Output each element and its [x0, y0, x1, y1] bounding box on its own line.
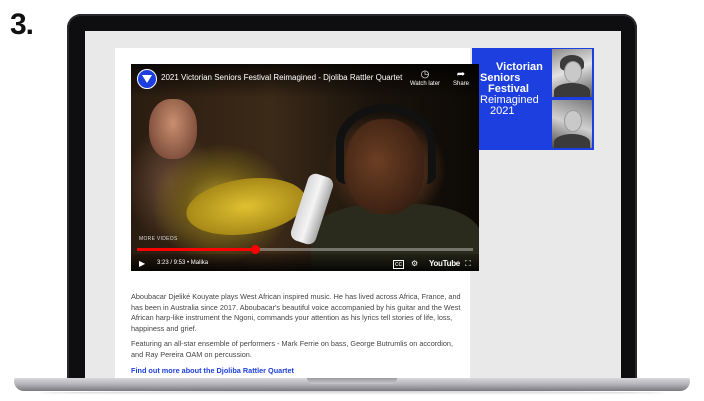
progress-fill — [137, 248, 255, 251]
share-button[interactable]: ➦ Share — [443, 69, 479, 87]
laptop-screen: Victorian Seniors Festival Reimagined 20… — [85, 31, 621, 378]
banner-line-5: 2021 — [490, 105, 515, 117]
settings-icon[interactable]: ⚙ — [411, 259, 418, 269]
watch-later-button[interactable]: ◷ Watch later — [407, 69, 443, 87]
article-paragraph-2: Featuring an all-star ensemble of perfor… — [131, 339, 454, 359]
captions-icon[interactable]: cc — [393, 260, 404, 269]
watch-later-label: Watch later — [409, 81, 441, 87]
clock-icon: ◷ — [420, 69, 430, 80]
youtube-logo[interactable]: YouTube — [429, 259, 460, 268]
player-controls: ▶ 3:23 / 9:53 • Malika cc ⚙ YouTube ⛶ — [131, 254, 479, 271]
share-icon: ➦ — [456, 69, 466, 80]
play-icon[interactable]: ▶ — [139, 259, 145, 269]
share-label: Share — [452, 81, 469, 87]
headphones — [336, 104, 436, 184]
step-number: 3. — [10, 8, 34, 41]
video-title[interactable]: 2021 Victorian Seniors Festival Reimagin… — [161, 73, 402, 82]
article-body: Aboubacar Djeliké Kouyate plays West Afr… — [131, 292, 461, 376]
more-videos-label[interactable]: MORE VIDEOS — [139, 236, 178, 242]
fullscreen-icon[interactable]: ⛶ — [465, 259, 471, 269]
article-paragraph-1: Aboubacar Djeliké Kouyate plays West Afr… — [131, 292, 461, 333]
find-out-more-link[interactable]: Find out more about the Djoliba Rattler … — [131, 366, 294, 375]
banner-photo-woman — [552, 49, 592, 97]
festival-banner[interactable]: Victorian Seniors Festival Reimagined 20… — [472, 48, 594, 150]
banner-photo-man — [552, 100, 592, 148]
laptop-shadow — [40, 391, 664, 395]
video-top-bar: 2021 Victorian Seniors Festival Reimagin… — [131, 64, 479, 98]
time-display: 3:23 / 9:53 • Malika — [157, 260, 209, 266]
channel-logo-icon[interactable] — [137, 69, 157, 89]
laptop-opening-notch — [307, 378, 397, 384]
progress-scrubber[interactable] — [250, 245, 260, 254]
video-player[interactable]: 2021 Victorian Seniors Festival Reimagin… — [131, 64, 479, 271]
banner-title: Victorian Seniors Festival Reimagined 20… — [480, 62, 543, 117]
progress-bar[interactable] — [137, 245, 473, 254]
guitarist-figure — [149, 99, 197, 159]
